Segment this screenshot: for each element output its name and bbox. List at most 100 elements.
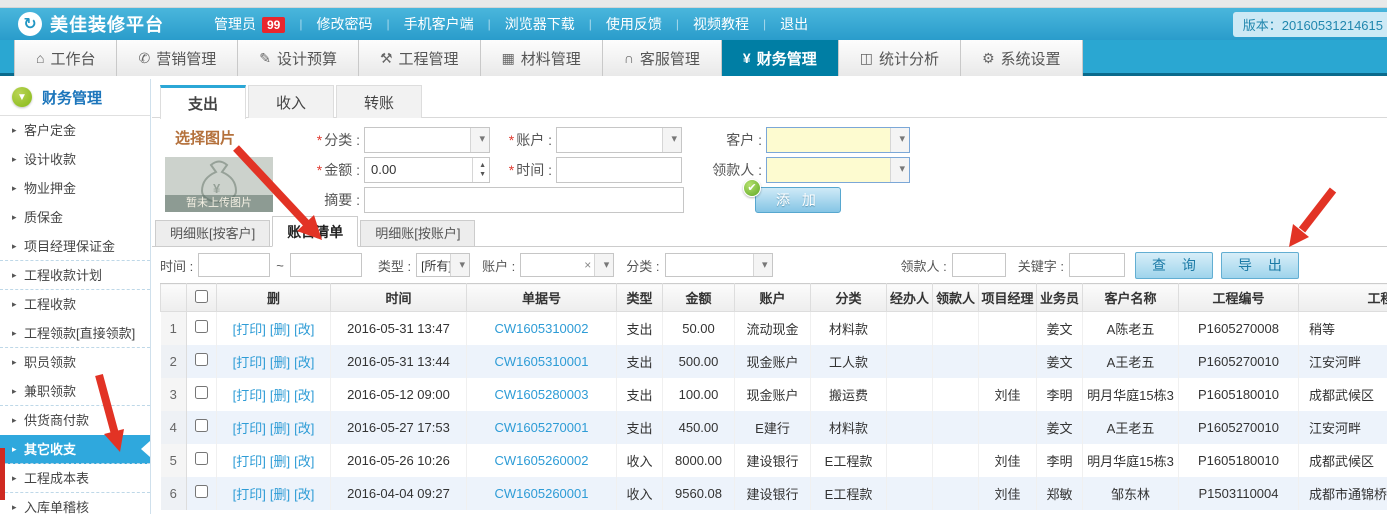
payee-select[interactable] [766,157,910,183]
row-checkbox[interactable] [195,419,208,432]
toplink-退出[interactable]: 退出 [776,14,812,34]
action-link-[打印][interactable]: [打印] [233,487,266,502]
time-input[interactable] [556,157,682,183]
sidebar-item-工程收款[interactable]: ▸工程收款 [0,290,150,319]
doc-no-link[interactable]: CW1605310001 [495,354,589,369]
row-checkbox[interactable] [195,320,208,333]
action-link-[删][interactable]: [删] [270,322,290,337]
sidebar-item-入库单稽核[interactable]: ▸入库单稽核 [0,493,150,514]
sidebar-item-项目经理保证金[interactable]: ▸项目经理保证金 [0,232,150,261]
sidebar-item-设计收款[interactable]: ▸设计收款 [0,145,150,174]
action-link-[打印][interactable]: [打印] [233,355,266,370]
toplink-手机客户端[interactable]: 手机客户端 [400,14,478,34]
action-link-[打印][interactable]: [打印] [233,454,266,469]
action-link-[改][interactable]: [改] [294,421,314,436]
sidebar-item-供货商付款[interactable]: ▸供货商付款 [0,406,150,435]
choose-image-label[interactable]: 选择图片 [175,127,235,148]
sidebar-item-职员领款[interactable]: ▸职员领款 [0,348,150,377]
notification-badge[interactable]: 99 [262,17,285,33]
clear-icon[interactable]: × [584,258,591,272]
nav-item-材料管理[interactable]: ▦材料管理 [481,40,603,76]
sidebar-item-工程成本表[interactable]: ▸工程成本表 [0,464,150,493]
annotation-red-stripe [0,448,5,500]
doc-no-link[interactable]: CW1605280003 [495,387,589,402]
tab-支出[interactable]: 支出 [160,85,246,119]
account-combo[interactable]: × [520,253,614,277]
nav-item-统计分析[interactable]: ◫统计分析 [839,40,961,76]
nav-item-客服管理[interactable]: ∩客服管理 [603,40,722,76]
action-link-[改][interactable]: [改] [294,355,314,370]
action-link-[改][interactable]: [改] [294,454,314,469]
sidebar-item-其它收支[interactable]: ▸其它收支 [0,435,150,464]
keyword-input[interactable] [1069,253,1125,277]
stepper-up-icon[interactable]: ▲ [479,162,486,169]
subtab-明细账[按账户][interactable]: 明细账[按账户] [360,220,475,246]
search-button[interactable]: 查 询 [1135,252,1213,279]
summary-input[interactable] [364,187,684,213]
column-header-工程地址: 工程地址 [1299,284,1387,312]
nav-item-工作台[interactable]: ⌂工作台 [14,40,117,76]
customer-select[interactable] [766,127,910,153]
tab-收入[interactable]: 收入 [248,85,334,118]
action-link-[打印][interactable]: [打印] [233,388,266,403]
nav-item-营销管理[interactable]: ✆营销管理 [117,40,238,76]
export-button[interactable]: 导 出 [1221,252,1299,279]
account-select[interactable] [556,127,682,153]
nav-item-工程管理[interactable]: ⚒工程管理 [359,40,481,76]
sidebar-item-label: 工程收款 [24,297,76,312]
action-link-[打印][interactable]: [打印] [233,322,266,337]
collapse-icon[interactable]: ▼ [12,87,32,107]
action-link-[删][interactable]: [删] [270,388,290,403]
toplink-视频教程[interactable]: 视频教程 [689,14,753,34]
toplink-浏览器下载[interactable]: 浏览器下载 [501,14,579,34]
toplink-使用反馈[interactable]: 使用反馈 [602,14,666,34]
doc-no-link[interactable]: CW1605310002 [495,321,589,336]
row-checkbox[interactable] [195,485,208,498]
amount-stepper[interactable]: 0.00 ▲ ▼ [364,157,490,183]
cell-customer: A王老五 [1083,411,1179,444]
action-link-[删][interactable]: [删] [270,355,290,370]
action-link-[删][interactable]: [删] [270,421,290,436]
subtab-明细账[按客户][interactable]: 明细账[按客户] [155,220,270,246]
image-upload-placeholder[interactable]: ¥ 暂未上传图片 [165,157,273,212]
customer-label: 客户 : [698,130,762,150]
row-checkbox[interactable] [195,386,208,399]
time-from-input[interactable] [198,253,270,277]
sidebar-item-工程收款计划[interactable]: ▸工程收款计划 [0,261,150,290]
sidebar-item-兼职领款[interactable]: ▸兼职领款 [0,377,150,406]
category-select[interactable] [364,127,490,153]
row-checkbox[interactable] [195,452,208,465]
users-icon: ⚒ [380,50,393,67]
sidebar-item-客户定金[interactable]: ▸客户定金 [0,116,150,145]
time-to-input[interactable] [290,253,362,277]
action-link-[改][interactable]: [改] [294,388,314,403]
cell-type: 支出 [617,345,663,378]
nav-item-设计预算[interactable]: ✎设计预算 [238,40,359,76]
action-link-[改][interactable]: [改] [294,322,314,337]
add-button[interactable]: 添 加 [755,187,841,213]
action-link-[删][interactable]: [删] [270,454,290,469]
nav-item-系统设置[interactable]: ⚙系统设置 [961,40,1083,76]
toplink-修改密码[interactable]: 修改密码 [312,14,376,34]
doc-no-link[interactable]: CW1605260002 [495,453,589,468]
action-link-[打印][interactable]: [打印] [233,421,266,436]
sidebar-header[interactable]: ▼ 财务管理 [0,79,150,116]
subtab-账目清单[interactable]: 账目清单 [272,216,358,247]
sidebar-item-工程领款[直接领款][interactable]: ▸工程领款[直接领款] [0,319,150,348]
stepper-down-icon[interactable]: ▼ [479,171,486,178]
row-checkbox[interactable] [195,353,208,366]
select-all-checkbox[interactable] [195,290,208,303]
sidebar-item-质保金[interactable]: ▸质保金 [0,203,150,232]
tab-转账[interactable]: 转账 [336,85,422,118]
doc-no-link[interactable]: CW1605270001 [495,420,589,435]
payee-filter-input[interactable] [952,253,1006,277]
action-link-[删][interactable]: [删] [270,487,290,502]
action-link-[改][interactable]: [改] [294,487,314,502]
time-label: 时间 : [516,162,552,178]
category-filter-select[interactable] [665,253,773,277]
type-select[interactable]: [所有] [416,253,470,277]
nav-item-财务管理[interactable]: ¥财务管理 [722,40,839,76]
admin-link[interactable]: 管理员99 [210,14,289,34]
doc-no-link[interactable]: CW1605260001 [495,486,589,501]
sidebar-item-物业押金[interactable]: ▸物业押金 [0,174,150,203]
